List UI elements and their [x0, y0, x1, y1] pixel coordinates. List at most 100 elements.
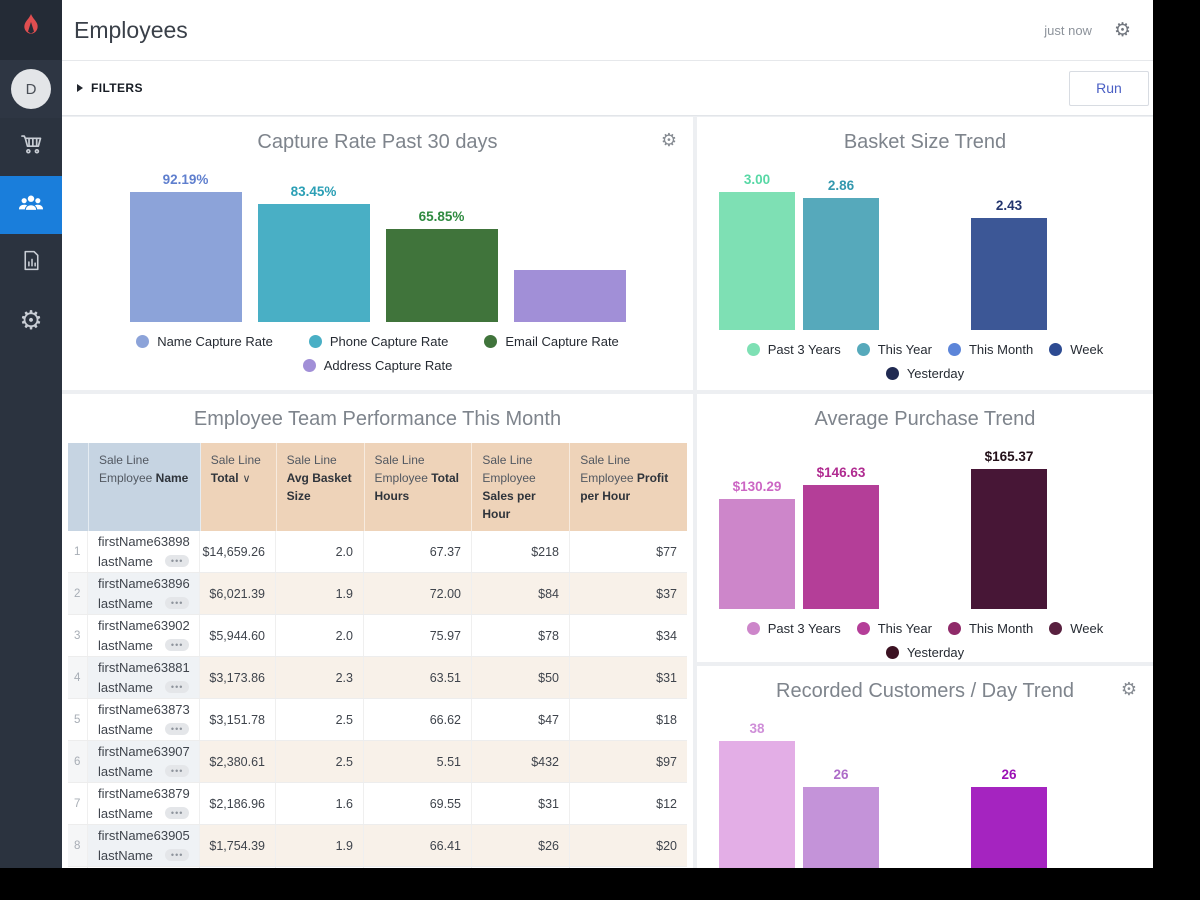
column-header[interactable]: Sale Line Avg Basket Size [277, 443, 365, 531]
legend-item[interactable]: Name Capture Rate [136, 334, 273, 349]
column-header[interactable]: Sale Line Employee Profit per Hour [570, 443, 687, 531]
legend-item[interactable]: This Year [857, 342, 932, 357]
legend-item[interactable]: Past 3 Years [747, 621, 841, 636]
bar-Past 3 Years[interactable] [719, 499, 795, 609]
row-number: 8 [68, 825, 88, 866]
bar-Week[interactable] [971, 469, 1047, 609]
filters-expand-caret-icon[interactable] [77, 84, 83, 92]
legend-dot-icon [857, 622, 870, 635]
bar-Name Capture Rate[interactable] [130, 192, 242, 322]
chart-title: Capture Rate Past 30 days [62, 131, 693, 154]
app-window: D [0, 0, 1153, 868]
row-more-options-button[interactable]: ••• [165, 597, 189, 609]
bar-slot: 92.19% [125, 164, 247, 322]
user-avatar-block[interactable]: D [0, 60, 62, 118]
profit-per-hour-value: $12 [570, 783, 687, 824]
table-header-row: Sale Line Employee NameSale Line Total∨S… [68, 443, 687, 531]
bar-slot: 3.00 [715, 164, 799, 330]
people-icon [16, 188, 46, 223]
bar-slot: 26 [799, 713, 883, 868]
avatar[interactable]: D [11, 69, 51, 109]
legend-item[interactable]: Week [1049, 621, 1103, 636]
employee-last-name-line: lastName••• [98, 594, 189, 614]
logo-block[interactable] [0, 0, 62, 60]
recorded-customers-card: Recorded Customers / Day Trend ⚙ 382626 [697, 666, 1153, 868]
bar-slot [883, 164, 967, 330]
bar-Email Capture Rate[interactable] [386, 229, 498, 322]
total-value: $1,754.39 [200, 825, 276, 866]
bar-slot: $146.63 [799, 441, 883, 609]
row-more-options-button[interactable]: ••• [165, 849, 189, 861]
chart-settings-gear-icon[interactable]: ⚙ [661, 132, 677, 150]
row-more-options-button[interactable]: ••• [165, 639, 189, 651]
employee-last-name: lastName [98, 804, 153, 824]
legend-dot-icon [484, 335, 497, 348]
legend-item[interactable]: Email Capture Rate [484, 334, 618, 349]
sort-chevron-icon[interactable]: ∨ [243, 472, 251, 485]
legend-label: Yesterday [907, 366, 964, 381]
column-header[interactable]: Sale Line Employee Sales per Hour [472, 443, 570, 531]
row-number-header [68, 443, 89, 531]
legend-item[interactable]: Yesterday [886, 645, 964, 660]
legend-item[interactable]: Address Capture Rate [303, 358, 453, 373]
run-button[interactable]: Run [1069, 71, 1149, 106]
legend-dot-icon [886, 646, 899, 659]
row-more-options-button[interactable]: ••• [165, 681, 189, 693]
column-header[interactable]: Sale Line Employee Total Hours [365, 443, 473, 531]
bar-recorded-customers-3[interactable] [971, 787, 1047, 868]
row-more-options-button[interactable]: ••• [165, 555, 189, 567]
bar-Phone Capture Rate[interactable] [258, 204, 370, 322]
sales-per-hour-value: $47 [472, 699, 570, 740]
sidebar-item-reports[interactable] [0, 234, 62, 292]
employee-first-name: firstName63881 [98, 658, 190, 678]
bar-Address Capture Rate[interactable] [514, 270, 626, 322]
row-more-options-button[interactable]: ••• [165, 723, 189, 735]
employee-name-cell: firstName63904lastName••• [88, 867, 200, 868]
legend-item[interactable]: This Month [948, 621, 1033, 636]
bar-slot: 83.45% [253, 164, 375, 322]
row-more-options-button[interactable]: ••• [165, 807, 189, 819]
profit-per-hour-value: $17 [570, 867, 687, 868]
column-header[interactable]: Sale Line Employee Name [89, 443, 201, 531]
bar-slot: $130.29 [715, 441, 799, 609]
avg-basket-value: 3.1 [276, 867, 364, 868]
bar-This Year[interactable] [803, 198, 879, 330]
profit-per-hour-value: $37 [570, 573, 687, 614]
employee-first-name: firstName63873 [98, 700, 190, 720]
bar-recorded-customers-1[interactable] [803, 787, 879, 868]
chart-settings-gear-icon[interactable]: ⚙ [1121, 681, 1137, 699]
sidebar-item-employees[interactable] [0, 176, 62, 234]
total-value: $14,659.26 [200, 531, 276, 572]
total-hours-value: 66.62 [364, 699, 472, 740]
page-settings-gear-icon[interactable]: ⚙ [1114, 21, 1131, 40]
gear-icon: ⚙ [19, 308, 42, 334]
legend-item[interactable]: This Month [948, 342, 1033, 357]
bar-This Year[interactable] [803, 485, 879, 609]
employee-last-name-line: lastName••• [98, 552, 189, 572]
legend-item[interactable]: Week [1049, 342, 1103, 357]
legend-item[interactable]: Past 3 Years [747, 342, 841, 357]
legend-item[interactable]: This Year [857, 621, 932, 636]
row-more-options-button[interactable]: ••• [165, 765, 189, 777]
bar-value-label: 3.00 [744, 172, 770, 187]
legend-dot-icon [1049, 343, 1062, 356]
row-number: 6 [68, 741, 88, 782]
legend-dot-icon [747, 343, 760, 356]
row-number: 2 [68, 573, 88, 614]
filters-label[interactable]: FILTERS [91, 81, 143, 95]
column-header-measure: Sales per Hour [482, 489, 535, 521]
sidebar-item-sales[interactable] [0, 118, 62, 176]
bar-recorded-customers-0[interactable] [719, 741, 795, 868]
bar-slot [1051, 713, 1135, 868]
legend-item[interactable]: Phone Capture Rate [309, 334, 449, 349]
legend-item[interactable]: Yesterday [886, 366, 964, 381]
employee-name-cell: firstName63881lastName••• [88, 657, 200, 698]
avg-basket-value: 2.5 [276, 699, 364, 740]
employee-last-name: lastName [98, 846, 153, 866]
legend-label: This Year [878, 621, 932, 636]
sidebar-item-settings[interactable]: ⚙ [0, 292, 62, 350]
column-header[interactable]: Sale Line Total∨ [201, 443, 277, 531]
bar-Week[interactable] [971, 218, 1047, 330]
bar-Past 3 Years[interactable] [719, 192, 795, 330]
profit-per-hour-value: $77 [570, 531, 687, 572]
